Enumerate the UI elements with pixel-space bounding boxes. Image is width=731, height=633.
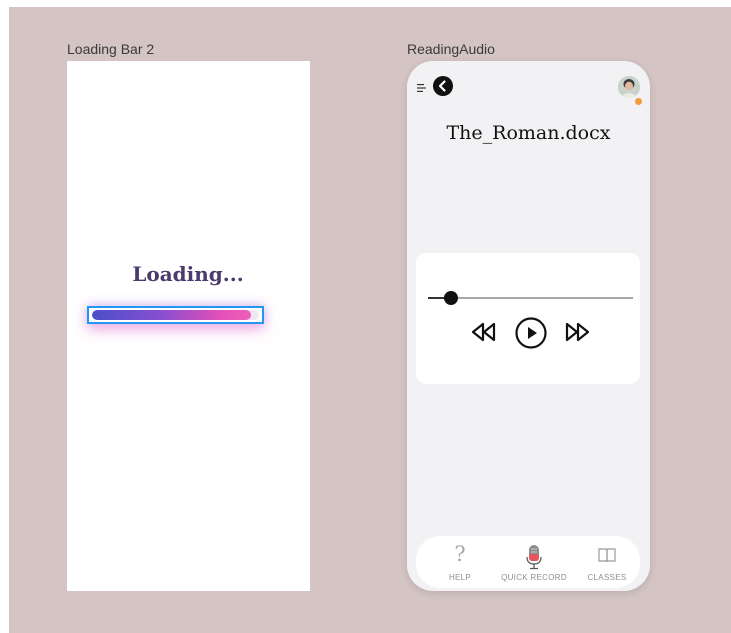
frame-label-reading[interactable]: ReadingAudio [407,41,495,57]
fast-forward-icon[interactable] [563,321,591,343]
loading-bar-fill [92,310,251,320]
playback-slider-knob[interactable] [443,291,458,305]
tab-help-label: HELP [448,573,472,582]
question-icon: ? [454,542,466,566]
play-icon[interactable] [515,317,547,349]
chevron-left-icon [438,80,446,92]
status-badge [634,97,643,106]
audio-player-card [416,253,640,384]
document-title: The_Roman.docx [446,122,611,144]
avatar[interactable] [618,76,640,98]
bottom-tab-bar: ? HELP QUICK RECORD CLASSES [416,536,640,588]
rewind-icon[interactable] [470,321,498,343]
loading-frame[interactable]: Loading... [67,61,310,591]
menu-icon[interactable] [417,83,427,93]
user-photo-icon [618,76,640,98]
tab-quick-record-label: QUICK RECORD [501,573,567,582]
back-button[interactable] [433,76,453,96]
tab-classes-label: CLASSES [587,573,627,582]
loading-bar-selection[interactable] [87,306,264,324]
reading-audio-frame: The_Roman.docx ? HELP QUICK RECORD CLASS… [407,61,650,591]
book-icon [598,548,616,563]
microphone-icon [526,545,542,570]
tab-help[interactable]: ? HELP [440,536,480,588]
frame-label-loading[interactable]: Loading Bar 2 [67,41,154,57]
tab-quick-record[interactable]: QUICK RECORD [494,536,574,588]
playback-slider-track[interactable] [428,297,633,299]
loading-bar-track [92,310,259,320]
tab-classes[interactable]: CLASSES [584,536,630,588]
loading-text: Loading... [132,262,244,286]
